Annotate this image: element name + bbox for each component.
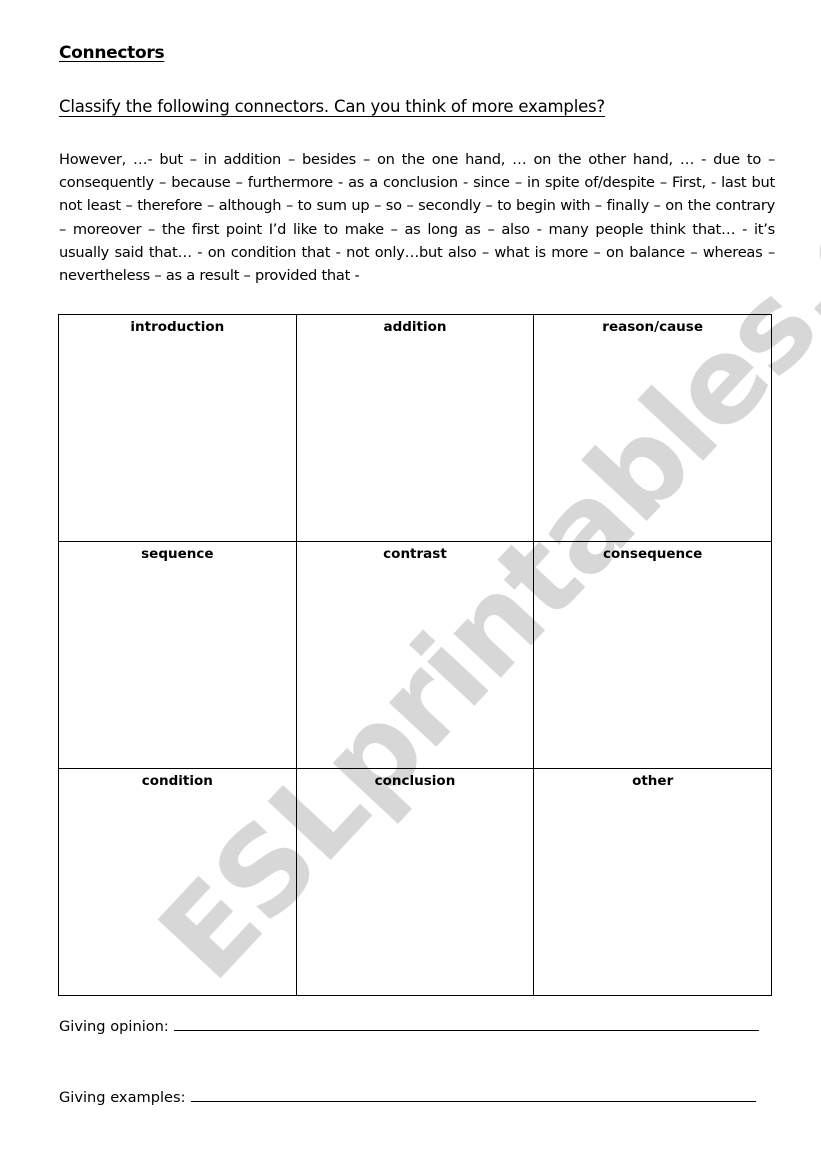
giving-examples-row: Giving examples: [59,1089,756,1106]
giving-opinion-row: Giving opinion: [59,1018,759,1035]
table-row: introduction addition reason/cause [58,314,772,542]
page-title: Connectors [59,43,165,63]
giving-examples-label: Giving examples: [59,1089,186,1106]
category-label: addition [383,319,447,335]
category-cell[interactable]: addition [295,314,535,542]
category-label: contrast [383,546,447,562]
category-label: introduction [130,319,225,335]
category-cell[interactable]: sequence [58,541,297,769]
category-label: conclusion [374,773,456,789]
category-cell[interactable]: introduction [58,314,297,542]
category-cell[interactable]: consequence [533,541,772,769]
table-row: condition conclusion other [58,768,772,996]
category-label: other [632,773,674,789]
word-bank: However, …- but – in addition – besides … [59,148,775,287]
giving-opinion-label: Giving opinion: [59,1018,169,1035]
category-cell[interactable]: reason/cause [533,314,772,542]
classification-table: introduction addition reason/cause seque… [58,314,772,996]
giving-examples-line[interactable] [190,1100,756,1102]
category-label: condition [141,773,213,789]
giving-opinion-line[interactable] [173,1029,759,1031]
category-label: sequence [141,546,214,562]
word-bank-text: However, …- but – in addition – besides … [59,151,775,285]
category-cell[interactable]: contrast [295,541,535,769]
category-cell[interactable]: conclusion [295,768,535,996]
table-row: sequence contrast consequence [58,541,772,769]
category-cell[interactable]: other [533,768,772,996]
instruction-heading: Classify the following connectors. Can y… [59,97,605,116]
category-label: reason/cause [602,319,703,335]
category-label: consequence [603,546,703,562]
category-cell[interactable]: condition [58,768,297,996]
